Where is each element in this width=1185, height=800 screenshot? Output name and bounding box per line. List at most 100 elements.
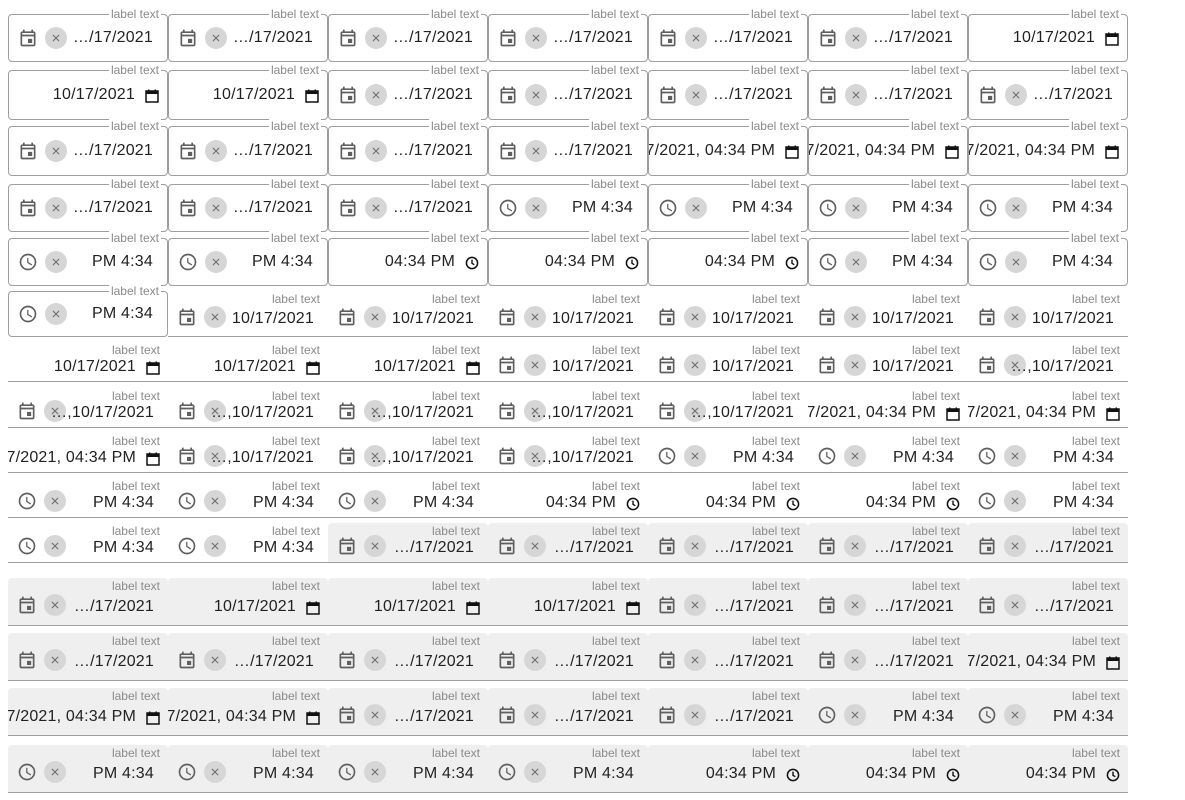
clock-icon[interactable]	[977, 705, 997, 725]
picker-field[interactable]: label text …/17/2021	[808, 578, 968, 626]
picker-field[interactable]: label text 10/17/2021	[648, 342, 808, 382]
picker-field[interactable]: label text …/17/2021	[168, 7, 328, 62]
native-clock-icon[interactable]	[945, 767, 961, 783]
calendar-icon[interactable]	[338, 198, 358, 218]
clear-icon[interactable]	[524, 535, 546, 557]
picker-field[interactable]: label text …,10/17/2021	[168, 433, 328, 473]
picker-field[interactable]: label text …/17/2021	[808, 7, 968, 62]
calendar-icon[interactable]	[497, 536, 517, 556]
field-value[interactable]: 7/2021, 04:34 PM	[8, 708, 136, 726]
field-value[interactable]: …/17/2021	[73, 29, 153, 47]
picker-field[interactable]: label text PM 4:34	[968, 231, 1128, 286]
clear-icon[interactable]	[525, 140, 547, 162]
picker-field[interactable]: label text PM 4:34	[168, 745, 328, 793]
clock-icon[interactable]	[817, 705, 837, 725]
clear-icon[interactable]	[45, 251, 67, 273]
picker-field[interactable]: label text 7/2021, 04:34 PM	[808, 119, 968, 176]
calendar-icon[interactable]	[657, 355, 677, 375]
native-clock-icon[interactable]	[624, 255, 640, 271]
field-value[interactable]: …/17/2021	[234, 653, 314, 671]
picker-field[interactable]: label text 04:34 PM	[808, 478, 968, 518]
field-value[interactable]: 10/17/2021	[214, 358, 296, 376]
field-value[interactable]: …/17/2021	[393, 86, 473, 104]
picker-field[interactable]: label text 10/17/2021	[808, 342, 968, 382]
field-value[interactable]: PM 4:34	[572, 199, 633, 217]
native-calendar-icon[interactable]	[305, 600, 321, 616]
calendar-icon[interactable]	[337, 705, 357, 725]
clear-icon[interactable]	[44, 535, 66, 557]
field-value[interactable]: …/17/2021	[713, 86, 793, 104]
picker-field[interactable]: label text 10/17/2021	[168, 342, 328, 382]
clear-icon[interactable]	[365, 140, 387, 162]
calendar-icon[interactable]	[497, 446, 517, 466]
calendar-icon[interactable]	[497, 307, 517, 327]
field-value[interactable]: PM 4:34	[253, 494, 314, 512]
clear-icon[interactable]	[44, 594, 66, 616]
calendar-icon[interactable]	[337, 307, 357, 327]
picker-field[interactable]: label text 04:34 PM	[648, 745, 808, 793]
clear-icon[interactable]	[205, 140, 227, 162]
field-value[interactable]: 10/17/2021	[232, 310, 314, 328]
picker-field[interactable]: label text …/17/2021	[968, 578, 1128, 626]
clear-icon[interactable]	[365, 27, 387, 49]
picker-field[interactable]: label text …,10/17/2021	[488, 388, 648, 428]
clear-icon[interactable]	[845, 251, 867, 273]
field-value[interactable]: 10/17/2021	[1032, 310, 1114, 328]
picker-field[interactable]: label text …/17/2021	[488, 633, 648, 681]
calendar-icon[interactable]	[337, 650, 357, 670]
field-value[interactable]: PM 4:34	[92, 253, 153, 271]
field-value[interactable]: 04:34 PM	[546, 494, 616, 512]
picker-field[interactable]: label text 04:34 PM	[968, 745, 1128, 793]
picker-field[interactable]: label text …/17/2021	[328, 119, 488, 176]
clear-icon[interactable]	[45, 27, 67, 49]
clock-icon[interactable]	[177, 762, 197, 782]
calendar-icon[interactable]	[978, 85, 998, 105]
field-value[interactable]: PM 4:34	[893, 708, 954, 726]
picker-field[interactable]: label text …/17/2021	[648, 63, 808, 120]
field-value[interactable]: PM 4:34	[253, 765, 314, 783]
field-value[interactable]: …,10/17/2021	[531, 404, 634, 422]
picker-field[interactable]: label text …/17/2021	[968, 523, 1128, 563]
field-value[interactable]: PM 4:34	[1052, 199, 1113, 217]
native-clock-icon[interactable]	[785, 496, 801, 512]
clear-icon[interactable]	[205, 197, 227, 219]
clear-icon[interactable]	[845, 197, 867, 219]
field-value[interactable]: 10/17/2021	[712, 358, 794, 376]
clear-icon[interactable]	[684, 306, 706, 328]
picker-field[interactable]: label text 10/17/2021	[488, 291, 648, 337]
clear-icon[interactable]	[205, 251, 227, 273]
native-calendar-icon[interactable]	[304, 88, 320, 104]
clock-icon[interactable]	[18, 304, 38, 324]
calendar-icon[interactable]	[657, 307, 677, 327]
calendar-icon[interactable]	[658, 28, 678, 48]
field-value[interactable]: 04:34 PM	[866, 494, 936, 512]
picker-field[interactable]: label text …/17/2021	[488, 688, 648, 736]
clear-icon[interactable]	[525, 84, 547, 106]
field-value[interactable]: …,10/17/2021	[691, 404, 794, 422]
picker-field[interactable]: label text 10/17/2021	[648, 291, 808, 337]
picker-field[interactable]: label text …/17/2021	[8, 119, 168, 176]
calendar-icon[interactable]	[817, 355, 837, 375]
clear-icon[interactable]	[204, 649, 226, 671]
picker-field[interactable]: label text …,10/17/2021	[328, 433, 488, 473]
field-value[interactable]: …,10/17/2021	[1011, 358, 1114, 376]
clear-icon[interactable]	[1005, 197, 1027, 219]
field-value[interactable]: PM 4:34	[573, 765, 634, 783]
field-value[interactable]: 10/17/2021	[552, 358, 634, 376]
picker-field[interactable]: label text …/17/2021	[328, 177, 488, 232]
calendar-icon[interactable]	[177, 307, 197, 327]
field-value[interactable]: PM 4:34	[1053, 449, 1114, 467]
clear-icon[interactable]	[1004, 445, 1026, 467]
calendar-icon[interactable]	[338, 28, 358, 48]
field-value[interactable]: …/17/2021	[74, 653, 154, 671]
native-calendar-icon[interactable]	[1104, 31, 1120, 47]
calendar-icon[interactable]	[497, 650, 517, 670]
field-value[interactable]: …/17/2021	[714, 708, 794, 726]
picker-field[interactable]: label text …/17/2021	[168, 119, 328, 176]
clock-icon[interactable]	[337, 491, 357, 511]
clear-icon[interactable]	[844, 306, 866, 328]
clock-icon[interactable]	[17, 536, 37, 556]
field-value[interactable]: 10/17/2021	[872, 310, 954, 328]
clock-icon[interactable]	[818, 252, 838, 272]
picker-field[interactable]: label text PM 4:34	[8, 745, 168, 793]
